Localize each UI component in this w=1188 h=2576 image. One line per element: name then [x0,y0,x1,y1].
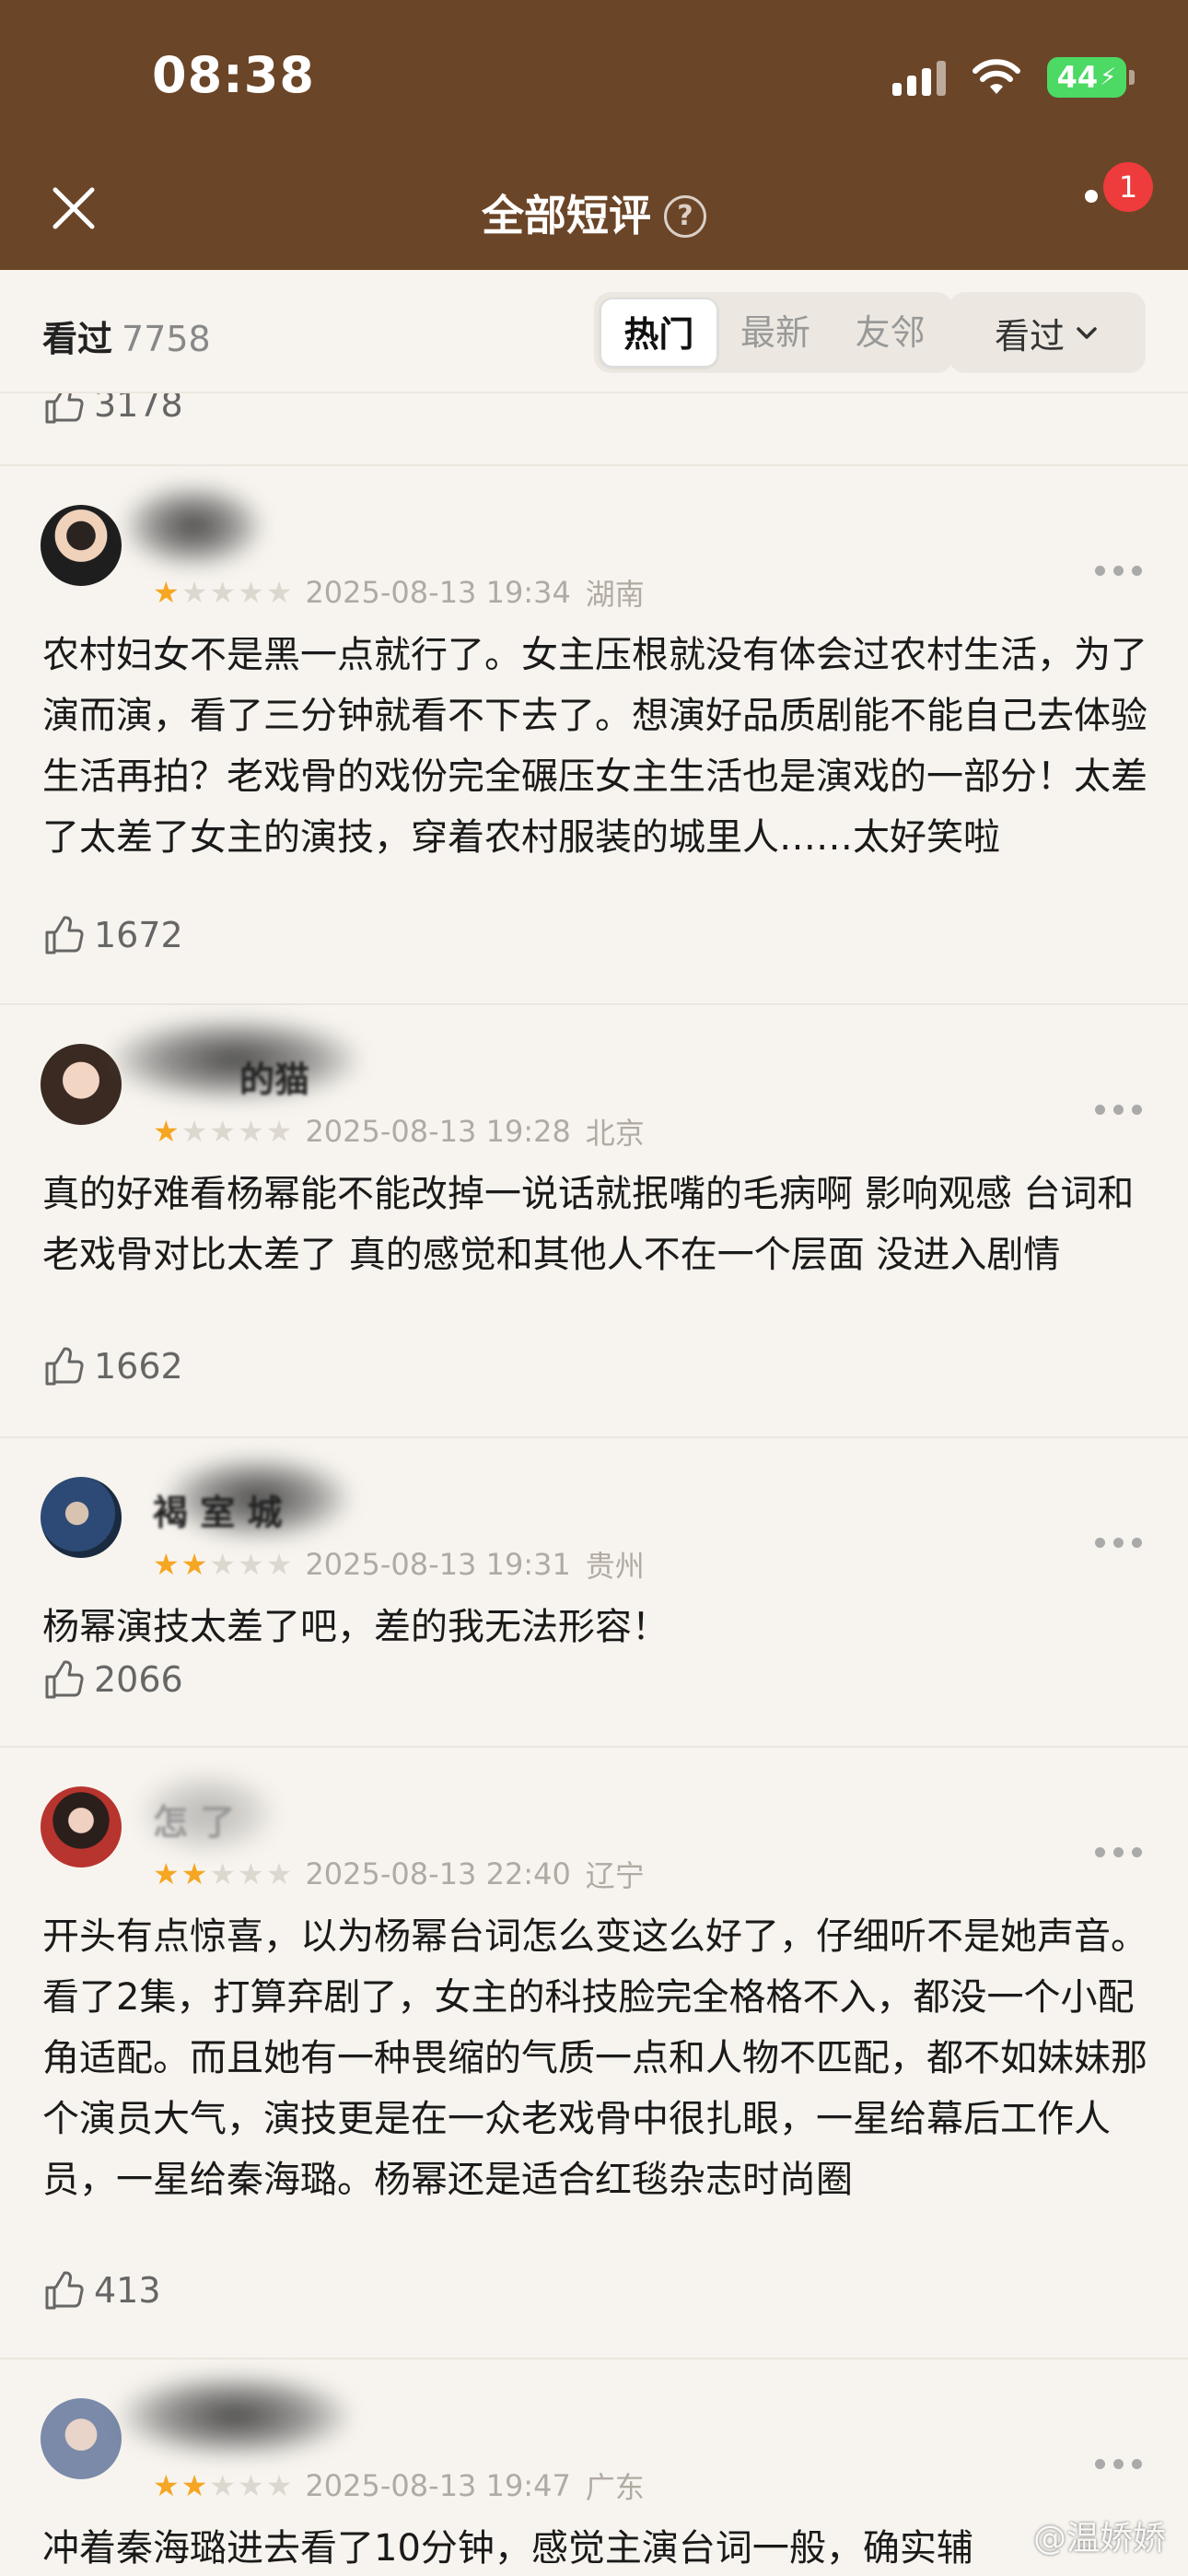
avatar[interactable] [41,1044,122,1125]
watermark: @温娇娇 [1032,2520,1166,2558]
comment-date: 2025-08-13 19:31 [305,1547,571,1582]
comment-author[interactable]: 褐 室 城 [153,1484,282,1535]
comment-text: 开头有点惊喜，以为杨幂台词怎么变这么好了，仔细听不是她声音。看了2集，打算弃剧了… [42,1915,1147,2201]
thumbs-up-icon [45,916,84,954]
comment-more-icon[interactable] [1095,2459,1142,2469]
comment-location: 湖南 [585,577,645,612]
comment-meta: ★ ★ ★ ★ ★ 2025-08-13 19:31 贵州 [153,1543,645,1586]
comment-more-icon[interactable] [1095,1105,1142,1115]
blurred-username [120,2374,350,2457]
comment-author[interactable]: 怎 了 [153,1794,235,1844]
page-title-text: 全部短评 [482,191,651,240]
seen-count-number: 7758 [122,319,211,359]
comment-date: 2025-08-13 19:47 [305,2468,571,2503]
comment-date: 2025-08-13 19:34 [305,575,571,610]
thumbs-up-icon [45,1347,84,1386]
help-icon[interactable]: ? [664,195,706,238]
battery-icon: 44 ⚡ [1047,57,1135,98]
comment-meta: ★ ★ ★ ★ ★ 2025-08-13 19:47 广东 [153,2465,645,2507]
wifi-icon [972,59,1021,96]
comment-more-icon[interactable] [1095,1847,1142,1857]
status-filter-label: 看过 [994,315,1065,357]
seen-count: 看过 7758 [42,310,211,361]
comment-location: 贵州 [585,1549,645,1584]
like-button[interactable]: 2066 [44,1659,183,1700]
comment-meta: ★ ★ ★ ★ ★ 2025-08-13 22:40 辽宁 [153,1853,645,1895]
status-time: 08:38 [152,46,315,104]
notification-badge: 1 [1103,162,1153,212]
comment-text: 杨幂演技太差了吧，差的我无法形容！ [42,1606,669,1648]
comment-more-icon[interactable] [1095,566,1142,576]
tab-friends[interactable]: 友邻 [833,298,948,368]
like-count: 1662 [94,1346,183,1387]
thumbs-up-icon [45,2271,84,2310]
comment-date: 2025-08-13 19:28 [305,1114,571,1149]
page-title: 全部短评? [0,182,1188,243]
comment-item: 褐 室 城 ★ ★ ★ ★ ★ 2025-08-13 19:31 贵州 杨幂演技太差了吧… [0,1436,1188,1746]
thumbs-up-icon [45,1660,84,1699]
comment-location: 辽宁 [585,1858,645,1893]
rating-stars: ★ ★ ★ ★ ★ [153,575,293,610]
like-count: 413 [94,2270,161,2311]
like-button[interactable]: 3178 [44,393,183,425]
comment-author[interactable]: 的猫 [239,1051,309,1102]
like-button[interactable]: 1672 [44,915,183,955]
avatar[interactable] [41,1477,122,1558]
comment-meta: ★ ★ ★ ★ ★ 2025-08-13 19:28 北京 [153,1110,645,1153]
comment-text: 冲着秦海璐进去看了10分钟，感觉主演台词一般，确实辅 [42,2527,973,2570]
comment-location: 北京 [585,1116,645,1151]
thumbs-up-icon [45,393,84,424]
avatar[interactable] [41,2398,122,2479]
comment-feed[interactable]: 3178 ★ ★ ★ ★ ★ 2025-08-13 19:34 湖南 农村妇女不是黑一点… [0,393,1188,2576]
comment-date: 2025-08-13 22:40 [305,1856,571,1891]
tab-latest[interactable]: 最新 [718,298,833,368]
like-count: 1672 [94,915,183,955]
status-filter-dropdown[interactable]: 看过 [949,292,1146,373]
comment-item: 的猫 ★ ★ ★ ★ ★ 2025-08-13 19:28 北京 真的好难看杨幂能不能改… [0,1003,1188,1436]
blurred-username [124,485,262,568]
header-bar: 08:38 44 ⚡ 全部短评? 1 [0,0,1188,270]
blurred-username [111,1018,359,1101]
like-button[interactable]: 413 [44,2270,161,2311]
chevron-down-icon [1077,327,1097,339]
comment-more-icon[interactable] [1095,1538,1142,1548]
filter-bar: 看过 7758 热门 最新 友邻 看过 [0,270,1188,393]
comment-text: 农村妇女不是黑一点就行了。女主压根就没有体会过农村生活，为了演而演，看了三分钟就… [42,634,1147,859]
status-icons: 44 ⚡ [892,57,1135,98]
avatar[interactable] [41,505,122,586]
comment-item: ★ ★ ★ ★ ★ 2025-08-13 19:34 湖南 农村妇女不是黑一点就行了。女… [0,464,1188,1003]
seen-label: 看过 [42,319,113,359]
rating-stars: ★ ★ ★ ★ ★ [153,1856,293,1891]
battery-level: 44 [1056,60,1099,95]
comment-item: 怎 了 ★ ★ ★ ★ ★ 2025-08-13 22:40 辽宁 开头有点惊喜，以为杨… [0,1746,1188,2358]
signal-icon [892,59,946,96]
sort-tabs: 热门 最新 友邻 [594,292,953,373]
rating-stars: ★ ★ ★ ★ ★ [153,1114,293,1149]
avatar[interactable] [41,1786,122,1868]
like-button[interactable]: 1662 [44,1346,183,1387]
tab-hot[interactable]: 热门 [600,298,718,368]
rating-stars: ★ ★ ★ ★ ★ [153,2468,293,2503]
like-count: 3178 [94,393,183,425]
comment-item: ★ ★ ★ ★ ★ 2025-08-13 19:47 广东 冲着秦海璐进去看了10分钟，… [0,2358,1188,2576]
comment-text: 真的好难看杨幂能不能改掉一说话就抿嘴的毛病啊 影响观感 台词和老戏骨对比太差了 … [42,1173,1135,1276]
rating-stars: ★ ★ ★ ★ ★ [153,1547,293,1582]
like-count: 2066 [94,1659,183,1700]
comment-location: 广东 [585,2470,645,2505]
comment-meta: ★ ★ ★ ★ ★ 2025-08-13 19:34 湖南 [153,571,645,614]
